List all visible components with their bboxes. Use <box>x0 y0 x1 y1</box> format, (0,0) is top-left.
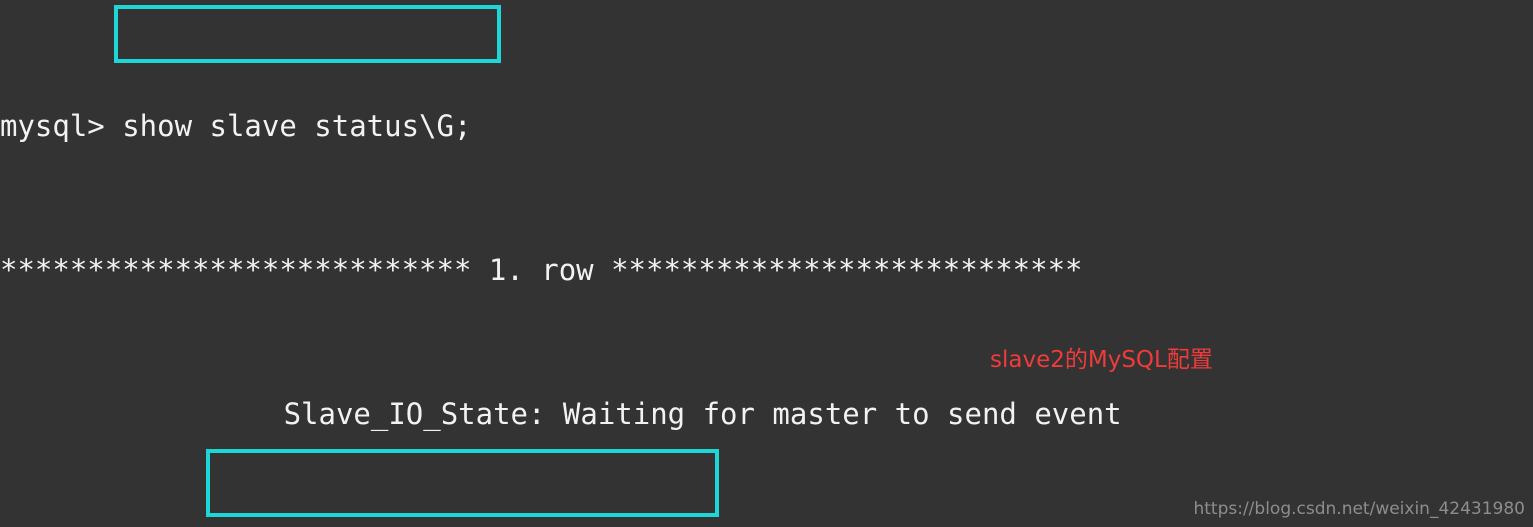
annotation-slave2-config: slave2的MySQL配置 <box>990 347 1213 373</box>
field-row-slave-io-state: Slave_IO_State: Waiting for master to se… <box>0 396 1533 432</box>
field-value: : Waiting for master to send event <box>528 397 1122 431</box>
field-label: Slave_IO_State <box>283 397 528 431</box>
terminal-output[interactable]: mysql> show slave status\G; ************… <box>0 0 1533 527</box>
row-separator-line: *************************** 1. row *****… <box>0 253 1083 287</box>
prompt-line: mysql> show slave status\G; <box>0 108 1533 144</box>
command-text[interactable]: show slave status\G; <box>122 109 471 143</box>
watermark-url: https://blog.csdn.net/weixin_42431980 <box>1193 499 1525 519</box>
field-value-text: Waiting for master to send event <box>562 397 1122 431</box>
shell-prompt: mysql> <box>0 109 123 143</box>
terminal-screen: mysql> show slave status\G; ************… <box>0 0 1533 527</box>
